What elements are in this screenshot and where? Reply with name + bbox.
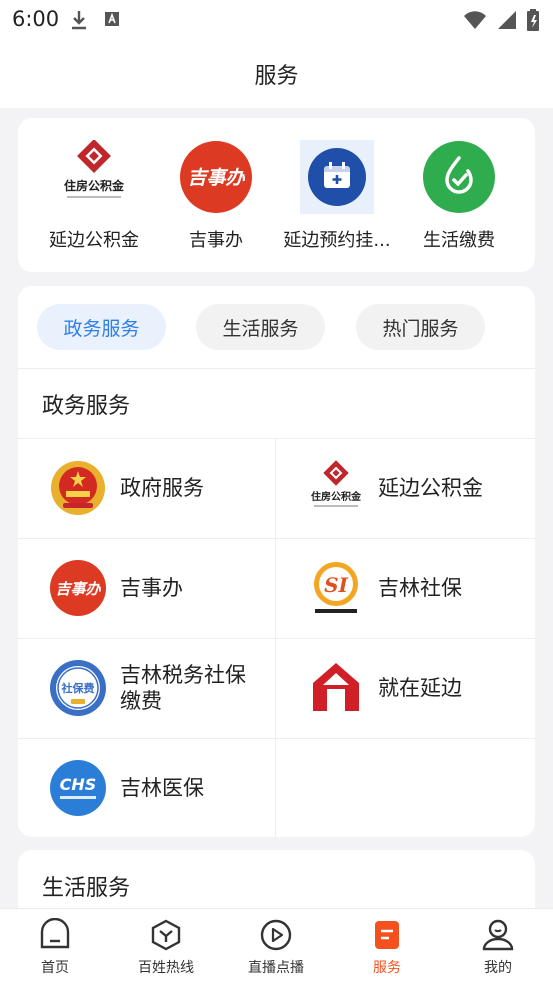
nav-label: 百姓热线	[138, 960, 194, 976]
jishiban-logo: 吉事办	[48, 558, 108, 618]
svg-text:社保费: 社保费	[61, 681, 95, 695]
svg-text:住房公积金: 住房公积金	[64, 178, 125, 193]
services-card: 政务服务 生活服务 热门服务 政务服务 政府服务 住房公积金 延边公积金 吉事办…	[18, 286, 535, 837]
wifi-icon	[463, 10, 487, 34]
divider	[18, 368, 535, 369]
shortcut-life-payment[interactable]: 生活缴费	[399, 140, 519, 252]
nav-label: 首页	[41, 960, 69, 976]
chs-medical-insurance-logo: CHS	[48, 758, 108, 818]
shortcut-card: 住房公积金 延边公积金 吉事办 吉事办 延边预约挂... 生活缴费	[18, 118, 535, 272]
play-icon	[258, 917, 294, 953]
svg-text:CHS: CHS	[60, 775, 97, 794]
status-notification-icons	[68, 9, 122, 35]
housing-fund-logo: 住房公积金	[57, 140, 131, 214]
service-jishiban[interactable]: 吉事办 吉事办	[18, 538, 276, 638]
service-label: 政府服务	[120, 476, 204, 500]
nav-live-vod[interactable]: 直播点播	[226, 917, 326, 977]
calendar-plus-icon	[300, 140, 374, 214]
status-system-icons	[463, 9, 539, 35]
service-label: 吉林医保	[120, 776, 204, 800]
shortcut-label: 延边公积金	[49, 230, 139, 251]
battery-icon	[527, 9, 539, 35]
leaf-drop-icon	[422, 140, 496, 214]
svg-text:吉事办: 吉事办	[187, 167, 245, 189]
national-emblem-icon	[48, 458, 108, 518]
tax-social-insurance-badge: 社保费	[48, 658, 108, 718]
service-label: 延边公积金	[378, 476, 483, 500]
section-title: 生活服务	[42, 876, 131, 901]
nav-label: 服务	[373, 960, 401, 976]
shortcut-housing-fund[interactable]: 住房公积金 延边公积金	[34, 140, 154, 252]
status-bar: 6:00	[0, 0, 553, 40]
svg-text:SI: SI	[324, 573, 348, 597]
tab-life-services[interactable]: 生活服务	[196, 304, 325, 350]
nav-service[interactable]: 服务	[337, 917, 437, 977]
service-label: 吉事办	[120, 576, 183, 600]
text-notification-icon	[102, 9, 122, 35]
title-bar: 服务	[0, 40, 553, 108]
service-government[interactable]: 政府服务	[18, 438, 276, 538]
nav-profile[interactable]: 我的	[448, 917, 548, 977]
shortcut-label: 延边预约挂...	[283, 230, 391, 251]
nav-home[interactable]: 首页	[5, 917, 105, 977]
section-title: 政务服务	[42, 394, 131, 419]
service-jilin-medical-insurance[interactable]: CHS 吉林医保	[18, 738, 276, 838]
social-insurance-logo: SI	[306, 558, 366, 618]
yanbian-logo	[306, 658, 366, 718]
svg-text:住房公积金: 住房公积金	[311, 490, 362, 503]
page-title: 服务	[254, 64, 299, 89]
service-label: 就在延边	[378, 676, 462, 700]
service-jilin-social-insurance[interactable]: SI 吉林社保	[276, 538, 534, 638]
shortcut-jishiban[interactable]: 吉事办 吉事办	[156, 140, 276, 252]
service-label: 吉林税务社保缴费	[120, 663, 246, 713]
profile-icon	[480, 917, 516, 953]
service-label: 吉林社保	[378, 576, 462, 600]
home-icon	[37, 917, 73, 953]
status-time: 6:00	[12, 7, 60, 31]
svg-text:吉事办: 吉事办	[55, 580, 101, 598]
nav-label: 直播点播	[248, 960, 304, 976]
download-icon	[68, 9, 90, 35]
bottom-nav: 首页 百姓热线 直播点播 服务 我的	[0, 908, 553, 984]
shortcut-yanbian-appointment[interactable]: 延边预约挂...	[277, 140, 397, 252]
tab-government-services[interactable]: 政务服务	[37, 304, 166, 350]
housing-fund-logo: 住房公积金	[306, 458, 366, 518]
nav-hotline[interactable]: 百姓热线	[116, 917, 216, 977]
nav-label: 我的	[484, 960, 512, 976]
tab-hot-services[interactable]: 热门服务	[356, 304, 485, 350]
jishiban-logo: 吉事办	[179, 140, 253, 214]
signal-icon	[497, 10, 517, 34]
service-yanbian[interactable]: 就在延边	[276, 638, 534, 738]
hotline-icon	[148, 917, 184, 953]
shortcut-label: 吉事办	[189, 230, 243, 251]
service-jilin-tax-social[interactable]: 社保费 吉林税务社保缴费	[18, 638, 276, 738]
service-housing-fund[interactable]: 住房公积金 延边公积金	[276, 438, 534, 538]
shortcut-label: 生活缴费	[423, 230, 495, 251]
service-icon	[369, 917, 405, 953]
